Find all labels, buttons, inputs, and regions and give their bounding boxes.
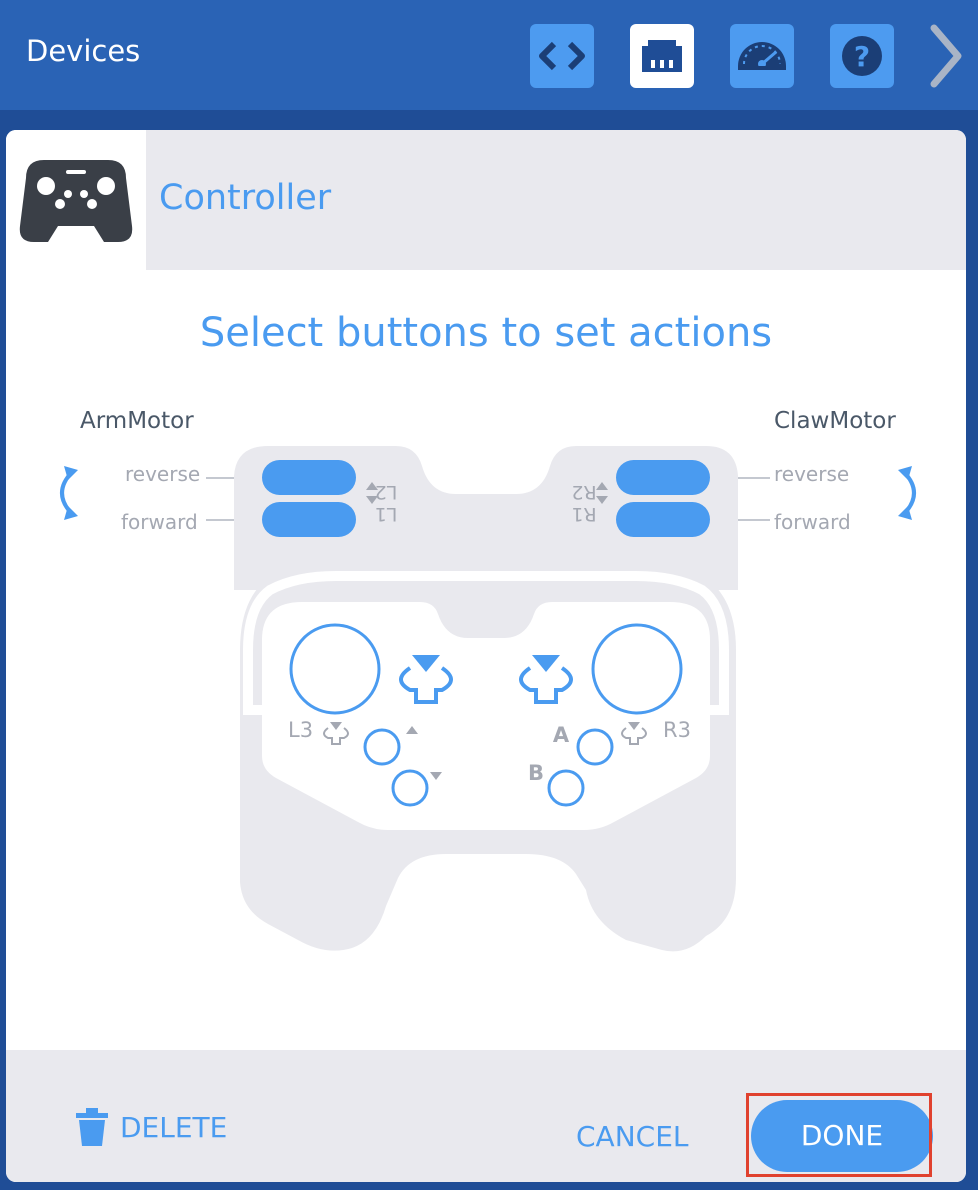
chevron-right-icon[interactable] [924,22,968,90]
r2-button[interactable] [616,460,710,495]
a-label: A [553,723,570,747]
code-brackets-icon [539,41,585,71]
r3-label: R3 [663,718,691,742]
gamepad-icon [19,160,133,242]
speedometer-icon [738,42,786,70]
port-icon [642,40,682,72]
instruction-text: Select buttons to set actions [199,310,773,356]
footer-bar: DELETE CANCEL DONE [6,1050,966,1182]
l1-button[interactable] [262,502,356,537]
page-title: Devices [26,34,141,68]
delete-label: DELETE [120,1110,228,1144]
l1-label: L1 [375,503,398,525]
r1-label: R1 [571,503,596,525]
device-config-panel: Controller Select buttons to set actions… [6,130,966,1182]
l3-label: L3 [288,718,313,742]
r2-label: R2 [571,481,596,503]
trash-icon [76,1108,108,1146]
device-header: Controller [6,130,966,270]
dashboard-button[interactable] [730,24,794,88]
device-icon-box [6,130,146,270]
cancel-button[interactable]: CANCEL [576,1120,689,1153]
devices-button[interactable] [630,24,694,88]
r1-button[interactable] [616,502,710,537]
controller-diagram: L2 L1 R2 R1 L3 R3 A B [206,446,770,952]
delete-button[interactable]: DELETE [74,1102,227,1152]
l2-button[interactable] [262,460,356,495]
svg-text:?: ? [854,40,870,73]
help-icon: ? [842,36,882,76]
done-button[interactable]: DONE [751,1100,933,1172]
l2-label: L2 [375,481,398,503]
code-view-button[interactable] [530,24,594,88]
help-button[interactable]: ? [830,24,894,88]
device-name: Controller [159,178,332,218]
b-label: B [528,761,544,785]
top-bar: Devices ? [0,0,978,110]
